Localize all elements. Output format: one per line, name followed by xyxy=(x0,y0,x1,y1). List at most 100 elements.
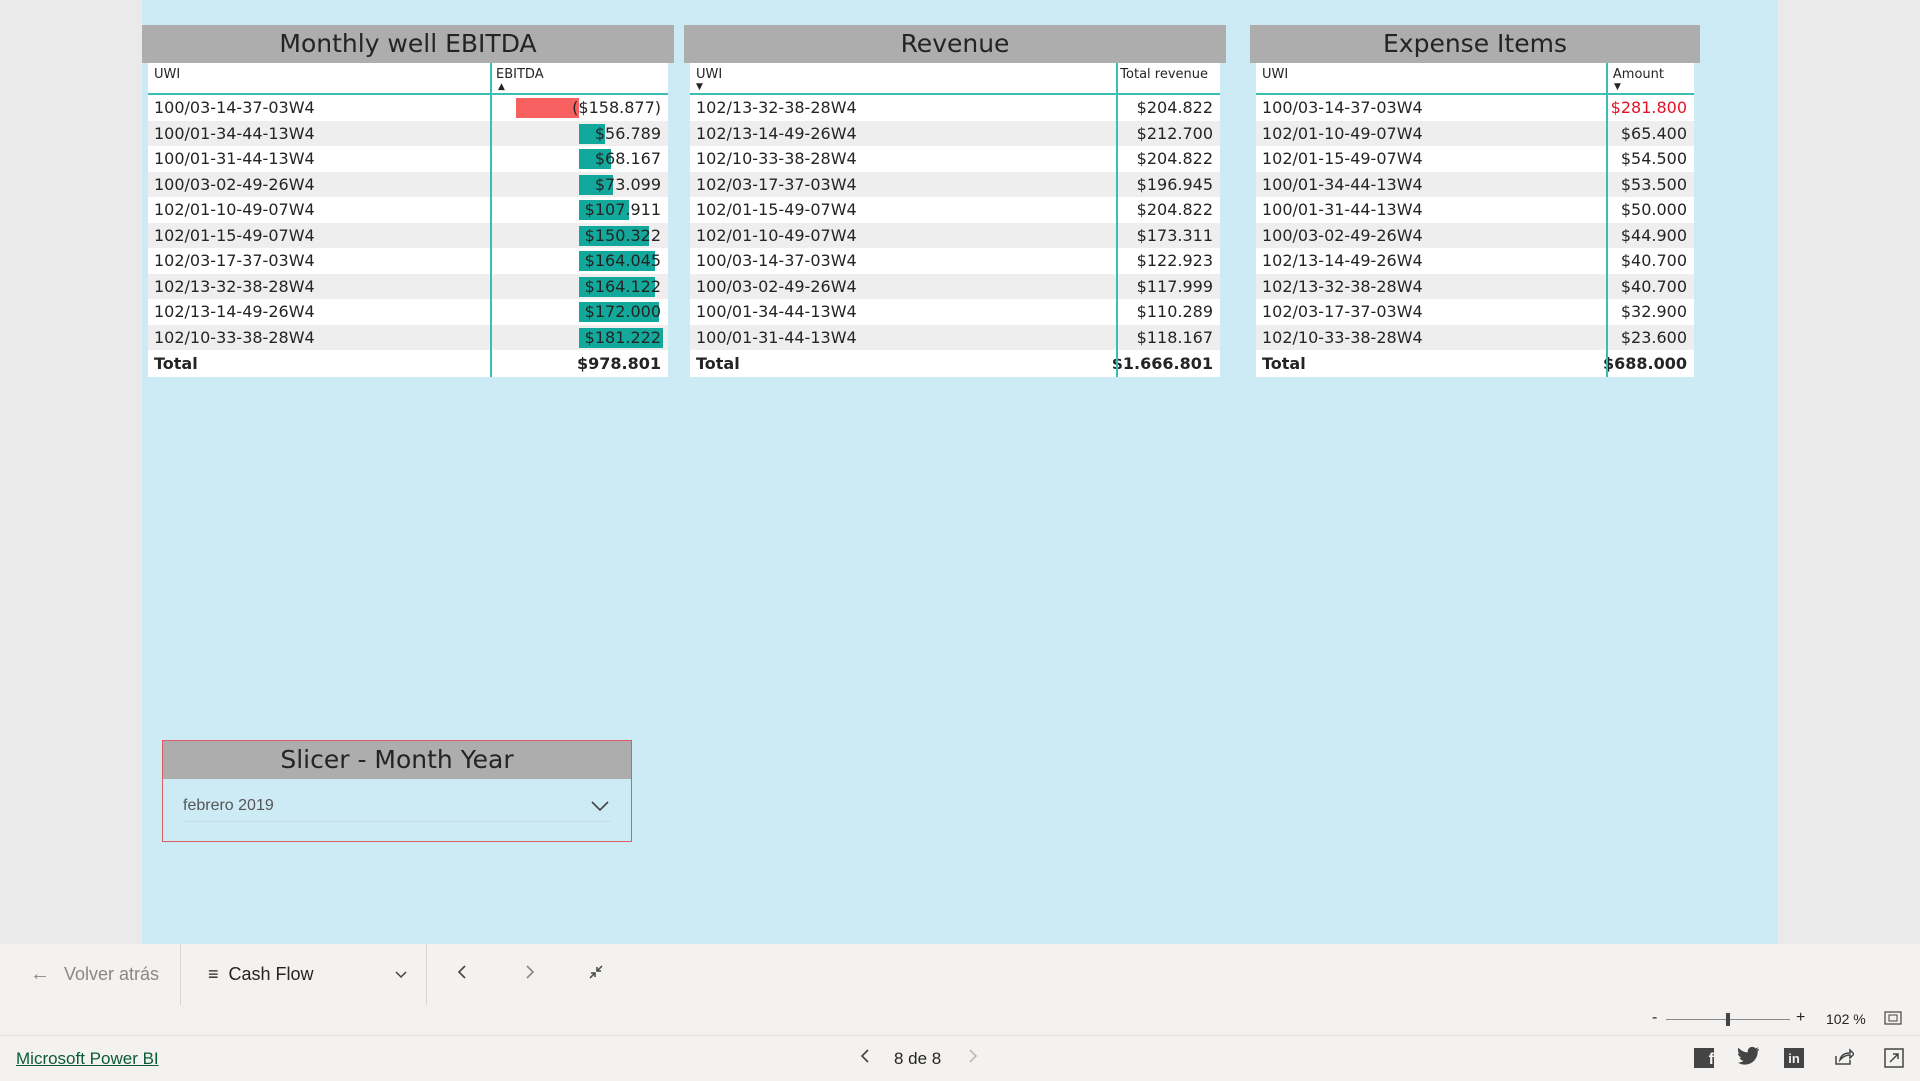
value-cell: $110.289 xyxy=(1136,302,1213,321)
zoom-slider-thumb[interactable] xyxy=(1726,1013,1730,1026)
slicer-dropdown[interactable]: febrero 2019 xyxy=(183,791,611,822)
total-label: Total xyxy=(154,354,198,373)
revenue-total-row: Total $1.666.801 xyxy=(690,350,1220,377)
table-row[interactable]: 100/03-02-49-26W4 $44.900 xyxy=(1256,222,1694,248)
chevron-left-icon xyxy=(860,1049,869,1063)
table-row[interactable]: 100/01-34-44-13W4 $56.789 xyxy=(148,120,668,146)
table-row[interactable]: 102/01-10-49-07W4 $107.911 xyxy=(148,197,668,223)
month-year-slicer[interactable]: Slicer - Month Year febrero 2019 xyxy=(162,740,632,842)
table-row[interactable]: 102/13-14-49-26W4 $40.700 xyxy=(1256,248,1694,274)
value-cell: $44.900 xyxy=(1620,225,1687,245)
uwi-cell: 100/03-14-37-03W4 xyxy=(154,98,315,117)
previous-page-button[interactable] xyxy=(456,944,468,1005)
value-cell: $196.945 xyxy=(1136,174,1213,194)
facebook-icon[interactable]: f xyxy=(1694,1048,1714,1068)
col-header-uwi[interactable]: UWI xyxy=(154,67,180,82)
linkedin-icon[interactable]: in xyxy=(1784,1048,1804,1068)
divider xyxy=(426,944,427,1005)
page-selector[interactable]: ≡ Cash Flow xyxy=(208,944,408,1005)
table-row[interactable]: 100/03-14-37-03W4 ($158.877) xyxy=(148,95,668,121)
collapse-button[interactable] xyxy=(588,944,604,1005)
page-indicator: 8 de 8 xyxy=(894,1049,942,1068)
table-row[interactable]: 102/13-32-38-28W4 $204.822 xyxy=(690,95,1220,121)
col-header-uwi[interactable]: UWI xyxy=(696,67,722,82)
table-row[interactable]: 100/03-14-37-03W4 $122.923 xyxy=(690,248,1220,274)
col-header-amount[interactable]: Amount xyxy=(1613,67,1664,82)
power-bi-link[interactable]: Microsoft Power BI xyxy=(16,1049,159,1069)
share-icon[interactable] xyxy=(1834,1048,1856,1071)
col-header-ebitda[interactable]: EBITDA xyxy=(496,67,544,82)
table-row[interactable]: 102/01-10-49-07W4 $173.311 xyxy=(690,222,1220,248)
value-cell: $150.322 xyxy=(584,225,661,245)
uwi-cell: 102/03-17-37-03W4 xyxy=(696,174,857,194)
expense-table: UWI Amount ▼ 100/03-14-37-03W4 $281.800 10… xyxy=(1256,63,1694,377)
value-cell: $173.311 xyxy=(1136,225,1213,245)
table-row[interactable]: 100/03-02-49-26W4 $117.999 xyxy=(690,273,1220,299)
table-row[interactable]: 102/13-32-38-28W4 $164.122 xyxy=(148,273,668,299)
table-row[interactable]: 102/10-33-38-28W4 $204.822 xyxy=(690,146,1220,172)
table-row[interactable]: 100/01-31-44-13W4 $118.167 xyxy=(690,324,1220,350)
prev-page-arrow[interactable] xyxy=(860,1048,870,1069)
table-row[interactable]: 102/10-33-38-28W4 $23.600 xyxy=(1256,324,1694,350)
revenue-rows: 102/13-32-38-28W4 $204.822 102/13-14-49-26… xyxy=(690,95,1220,350)
table-row[interactable]: 102/03-17-37-03W4 $196.945 xyxy=(690,171,1220,197)
ebitda-visual[interactable]: Monthly well EBITDA UWI EBITDA ▲ 100/03-… xyxy=(142,25,674,377)
expense-total-row: Total $688.000 xyxy=(1256,350,1694,377)
next-page-arrow[interactable] xyxy=(968,1048,978,1069)
zoom-in-button[interactable]: + xyxy=(1796,1009,1805,1027)
col-header-uwi[interactable]: UWI xyxy=(1262,67,1288,82)
uwi-cell: 100/01-34-44-13W4 xyxy=(1262,174,1423,194)
uwi-cell: 102/03-17-37-03W4 xyxy=(1262,302,1423,321)
back-button[interactable]: ← Volver atrás xyxy=(30,944,159,1005)
table-row[interactable]: 102/01-15-49-07W4 $204.822 xyxy=(690,197,1220,223)
fullscreen-icon[interactable] xyxy=(1884,1048,1904,1073)
zoom-out-button[interactable]: - xyxy=(1652,1009,1657,1027)
table-row[interactable]: 100/01-31-44-13W4 $50.000 xyxy=(1256,197,1694,223)
value-cell: $164.045 xyxy=(584,251,661,270)
table-row[interactable]: 102/13-14-49-26W4 $212.700 xyxy=(690,120,1220,146)
chevron-right-icon xyxy=(526,965,535,979)
table-row[interactable]: 100/01-31-44-13W4 $68.167 xyxy=(148,146,668,172)
value-cell: $181.222 xyxy=(584,327,661,347)
value-cell: $164.122 xyxy=(584,276,661,296)
revenue-visual[interactable]: Revenue UWI Total revenue ▼ 102/13-32-38… xyxy=(684,25,1226,377)
slicer-title: Slicer - Month Year xyxy=(163,741,631,779)
table-row[interactable]: 102/01-15-49-07W4 $150.322 xyxy=(148,222,668,248)
chevron-right-icon xyxy=(969,1049,978,1063)
total-value: $688.000 xyxy=(1602,354,1687,373)
sort-descending-icon: ▼ xyxy=(696,82,703,92)
next-page-button[interactable] xyxy=(524,944,536,1005)
page-name: Cash Flow xyxy=(228,964,314,984)
zoom-slider[interactable] xyxy=(1666,1013,1790,1026)
collapse-icon xyxy=(589,965,603,979)
list-icon: ≡ xyxy=(208,964,219,984)
table-row[interactable]: 102/03-17-37-03W4 $32.900 xyxy=(1256,299,1694,325)
slicer-selected-value: febrero 2019 xyxy=(183,797,274,814)
value-cell: $107.911 xyxy=(584,200,661,219)
col-header-total-revenue[interactable]: Total revenue xyxy=(1120,67,1208,82)
zoom-level: 102 % xyxy=(1826,1011,1866,1027)
table-row[interactable]: 102/03-17-37-03W4 $164.045 xyxy=(148,248,668,274)
footer-bar: Microsoft Power BI 8 de 8 f in xyxy=(0,1035,1920,1081)
expense-title: Expense Items xyxy=(1250,25,1700,63)
table-row[interactable]: 100/01-34-44-13W4 $53.500 xyxy=(1256,171,1694,197)
expense-visual[interactable]: Expense Items UWI Amount ▼ 100/03-14-37-… xyxy=(1250,25,1700,377)
value-cell: $53.500 xyxy=(1620,174,1687,194)
revenue-table: UWI Total revenue ▼ 102/13-32-38-28W4 $20… xyxy=(690,63,1220,377)
table-row[interactable]: 102/01-10-49-07W4 $65.400 xyxy=(1256,120,1694,146)
column-divider xyxy=(1606,63,1608,377)
fit-to-page-icon[interactable] xyxy=(1884,1011,1902,1030)
table-row[interactable]: 100/03-14-37-03W4 $281.800 xyxy=(1256,95,1694,121)
table-row[interactable]: 102/13-14-49-26W4 $172.000 xyxy=(148,299,668,325)
table-row[interactable]: 100/03-02-49-26W4 $73.099 xyxy=(148,171,668,197)
table-row[interactable]: 102/13-32-38-28W4 $40.700 xyxy=(1256,273,1694,299)
table-row[interactable]: 102/01-15-49-07W4 $54.500 xyxy=(1256,146,1694,172)
zoom-bar: - + 102 % xyxy=(0,1005,1920,1035)
twitter-icon[interactable] xyxy=(1737,1046,1760,1071)
table-row[interactable]: 100/01-34-44-13W4 $110.289 xyxy=(690,299,1220,325)
chevron-down-icon[interactable] xyxy=(591,791,609,821)
uwi-cell: 100/01-34-44-13W4 xyxy=(696,302,857,321)
uwi-cell: 102/13-32-38-28W4 xyxy=(696,98,857,117)
table-row[interactable]: 102/10-33-38-28W4 $181.222 xyxy=(148,324,668,350)
value-cell: ($158.877) xyxy=(572,98,661,117)
